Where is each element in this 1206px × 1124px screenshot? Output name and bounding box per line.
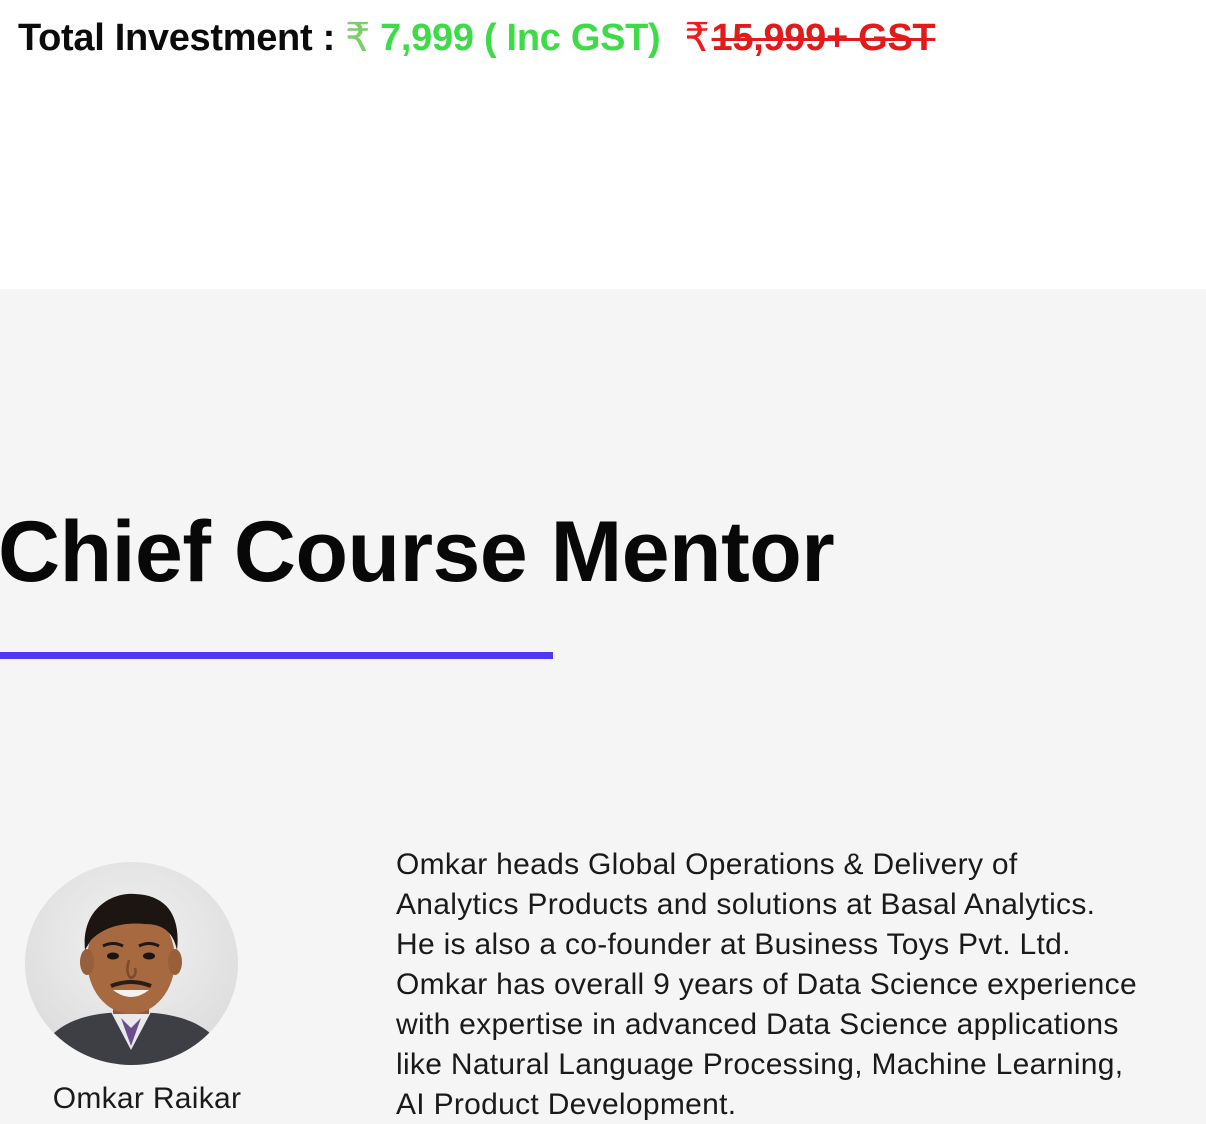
total-investment-label: Total Investment :: [18, 16, 335, 59]
bio-line: Omkar has overall 9 years of Data Scienc…: [396, 968, 1137, 1001]
bio-line: with expertise in advanced Data Science …: [396, 1008, 1119, 1041]
bio-line: Analytics Products and solutions at Basa…: [396, 888, 1096, 921]
bio-line: He is also a co-founder at Business Toys…: [396, 928, 1071, 961]
rupee-icon: ₹: [684, 16, 710, 60]
mentor-photo: [25, 862, 238, 1065]
mentor-bio: Omkar heads Global Operations & Delivery…: [396, 845, 1206, 1124]
section-title: Chief Course Mentor: [0, 504, 835, 600]
original-price: 15,999+ GST: [711, 16, 936, 59]
mentor-section: Chief Course Mentor Omkar Raikar Omkar h…: [0, 289, 1206, 1124]
current-price: 7,999 ( Inc GST): [380, 16, 661, 59]
mentor-avatar: [25, 862, 238, 1065]
bio-line: AI Product Development.: [396, 1088, 737, 1121]
bio-line: Omkar heads Global Operations & Delivery…: [396, 848, 1018, 881]
rupee-icon: ₹: [344, 16, 371, 60]
title-underline: [0, 652, 553, 659]
bio-line: like Natural Language Processing, Machin…: [396, 1048, 1124, 1081]
price-bar: Total Investment : ₹ 7,999 ( Inc GST) ₹ …: [18, 14, 936, 62]
mentor-name: Omkar Raikar: [52, 1082, 242, 1115]
